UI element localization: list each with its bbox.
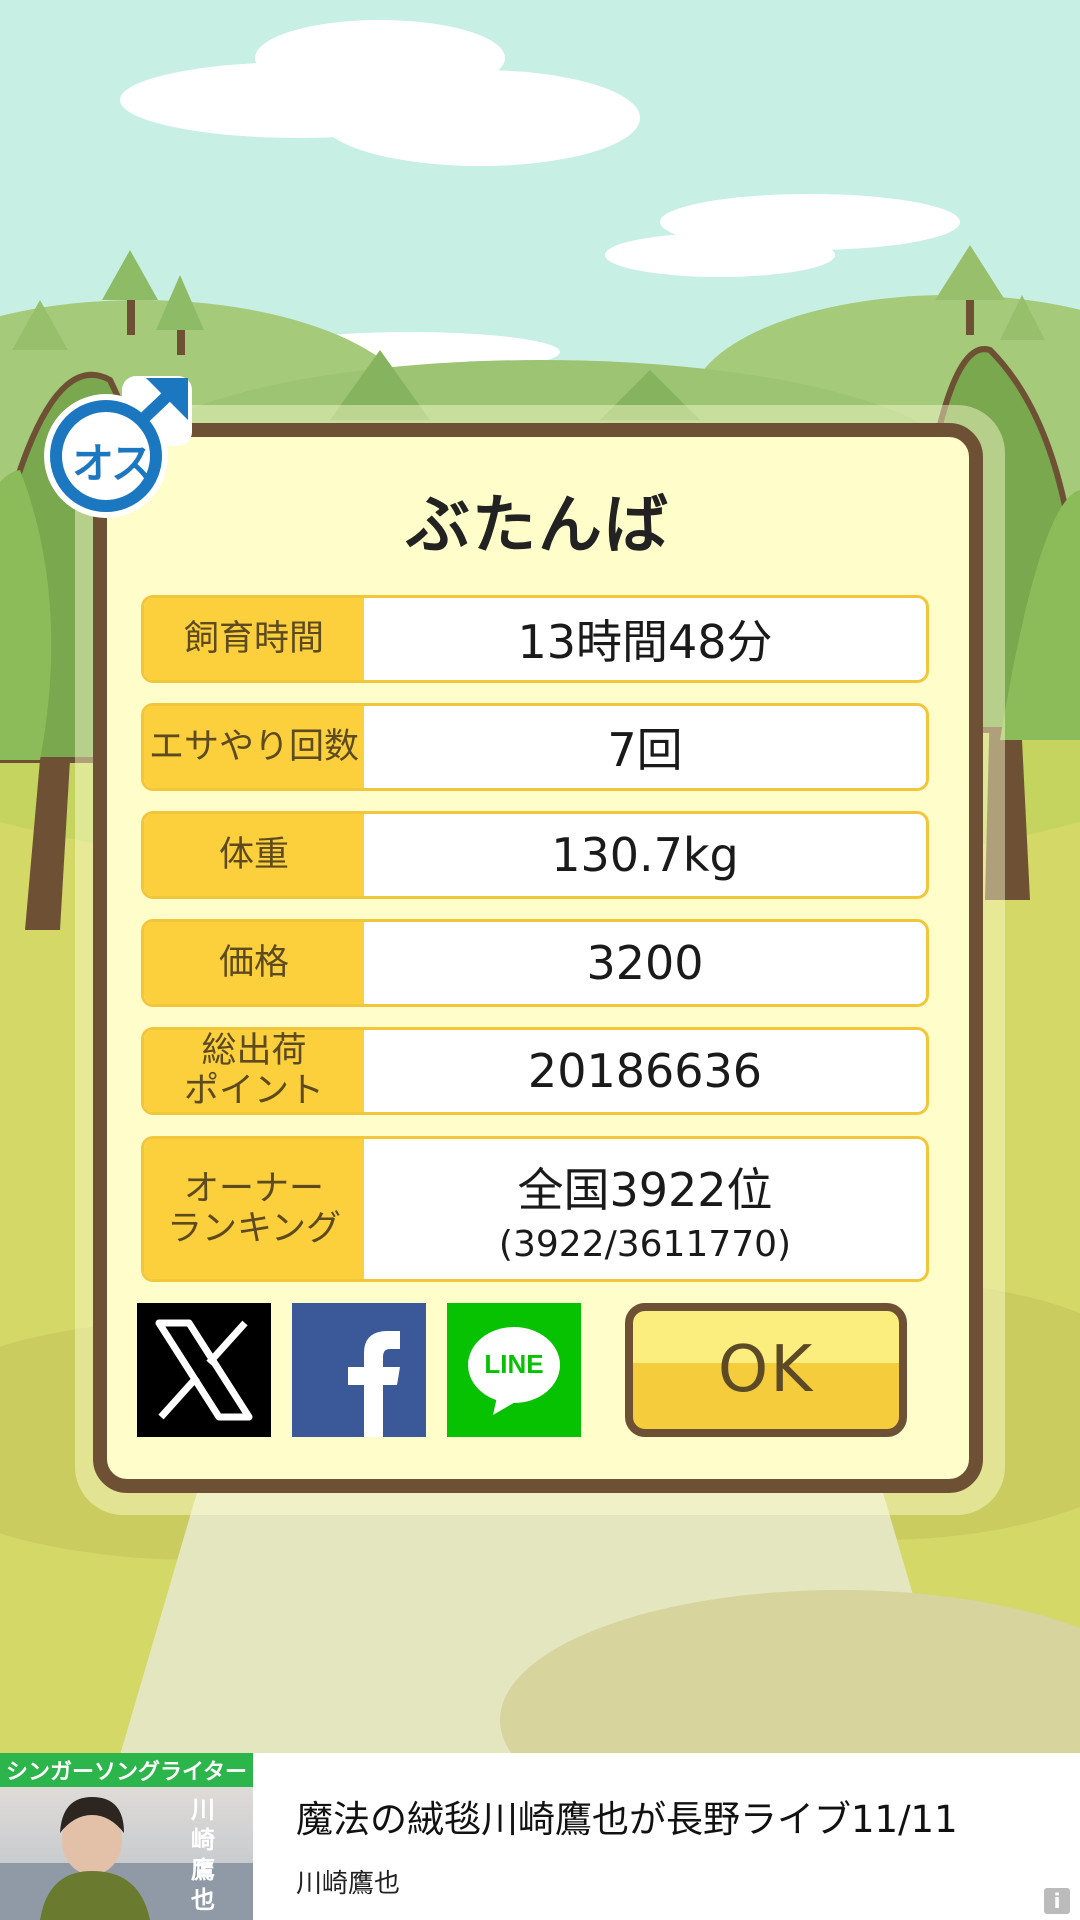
stat-row-raising-time: 飼育時間 13時間48分 xyxy=(141,595,929,683)
pig-name: ぶたんば xyxy=(406,489,670,563)
stat-value-text: 20186636 xyxy=(527,1044,763,1098)
gender-label: オス xyxy=(71,439,153,488)
stat-value: 7回 xyxy=(364,706,926,788)
ok-button[interactable]: OK xyxy=(625,1303,907,1437)
stat-label-line2: ランキング xyxy=(167,1209,341,1249)
stat-value-text: 130.7kg xyxy=(551,828,739,882)
x-icon xyxy=(155,1319,253,1421)
stat-value: 130.7kg xyxy=(364,814,926,896)
stat-label-line1: 総出荷 xyxy=(201,1030,307,1071)
ad-banner[interactable]: シンガーソングライター 川崎鷹也 魔法の絨毯川崎鷹也が長野ライブ11/11 川崎… xyxy=(0,1753,1080,1920)
ok-button-label: OK xyxy=(717,1333,815,1407)
ad-title[interactable]: 魔法の絨毯川崎鷹也が長野ライブ11/11 xyxy=(296,1789,958,1843)
stat-row-weight: 体重 130.7kg xyxy=(141,811,929,899)
share-facebook-button[interactable] xyxy=(292,1303,426,1437)
stat-value-text: 7回 xyxy=(607,723,683,777)
stat-value: 13時間48分 xyxy=(364,598,926,680)
line-icon-label: LINE xyxy=(484,1349,544,1379)
ad-subtitle: 川崎鷹也 xyxy=(296,1869,401,1899)
ad-thumbnail[interactable]: シンガーソングライター 川崎鷹也 xyxy=(0,1753,253,1920)
stat-label: エサやり回数 xyxy=(144,706,364,788)
share-x-button[interactable] xyxy=(137,1303,271,1437)
stat-row-owner-ranking: オーナー ランキング 全国3922位 (3922/3611770) xyxy=(141,1136,929,1282)
stat-value: 20186636 xyxy=(364,1030,926,1112)
stat-label: 飼育時間 xyxy=(144,598,364,680)
stat-value-text: 3200 xyxy=(586,936,704,990)
ad-vertical-name: 川崎鷹也 xyxy=(191,1796,215,1914)
ad-info-icon[interactable]: i xyxy=(1044,1888,1070,1914)
stat-label: 価格 xyxy=(144,922,364,1004)
stat-label-line1: オーナー xyxy=(183,1168,324,1209)
ad-tag: シンガーソングライター xyxy=(0,1753,253,1787)
stat-value: 全国3922位 (3922/3611770) xyxy=(364,1139,926,1279)
stat-value-subtext: (3922/3611770) xyxy=(498,1223,792,1265)
stat-row-price: 価格 3200 xyxy=(141,919,929,1007)
stat-row-total-shipment-points: 総出荷 ポイント 20186636 xyxy=(141,1027,929,1115)
facebook-icon xyxy=(348,1331,400,1437)
stat-label: 総出荷 ポイント xyxy=(144,1030,364,1112)
share-line-button[interactable]: LINE xyxy=(447,1303,581,1437)
stat-row-feed-count: エサやり回数 7回 xyxy=(141,703,929,791)
stat-label: オーナー ランキング xyxy=(144,1139,364,1279)
stat-label-line2: ポイント xyxy=(183,1071,324,1111)
pig-status-dialog: ぶたんば 飼育時間 13時間48分 エサやり回数 7回 体重 130.7kg 価… xyxy=(93,423,983,1493)
stat-value: 3200 xyxy=(364,922,926,1004)
stat-value-text: 全国3922位 xyxy=(517,1162,773,1217)
stat-label: 体重 xyxy=(144,814,364,896)
stat-value-text: 13時間48分 xyxy=(517,615,773,669)
gender-badge: オス xyxy=(34,370,198,528)
